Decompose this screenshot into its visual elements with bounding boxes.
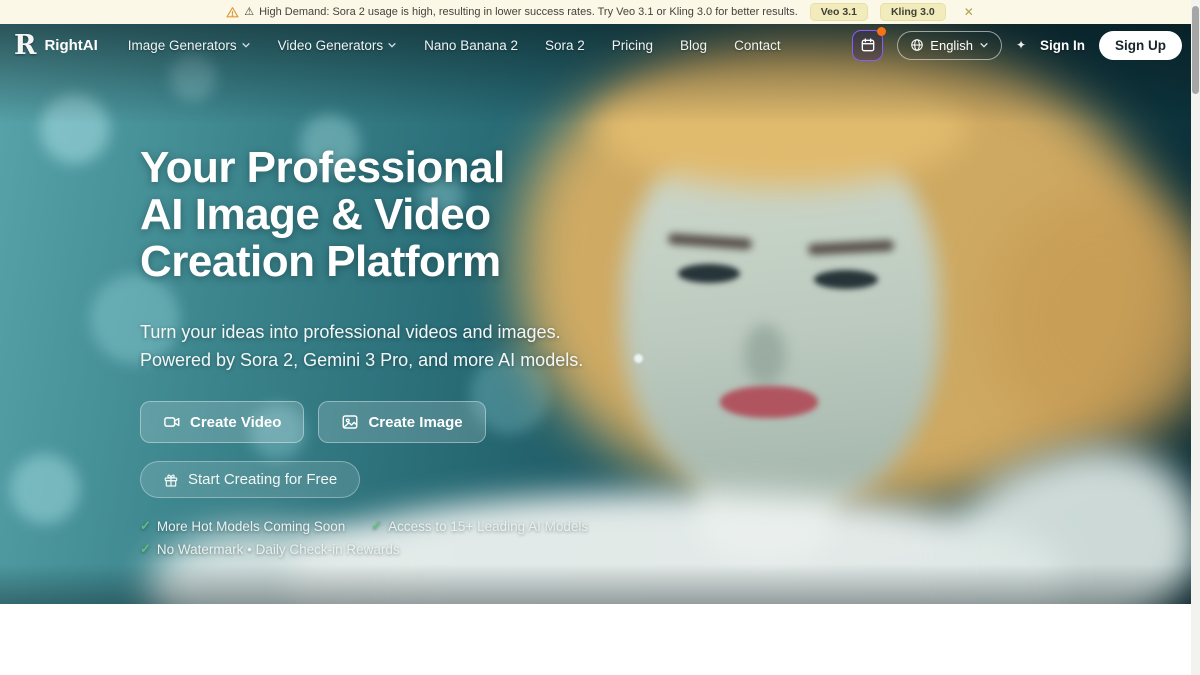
nav-item-nano-banana-2[interactable]: Nano Banana 2 [424, 38, 518, 53]
theme-toggle-icon[interactable]: ✦ [1016, 38, 1026, 52]
page-body-empty [0, 604, 1200, 675]
title-line-1: Your Professional [140, 144, 588, 191]
feature-label: No Watermark • Daily Check-in Rewards [157, 542, 400, 557]
nav-item-pricing[interactable]: Pricing [612, 38, 653, 53]
language-selector[interactable]: English [897, 31, 1002, 60]
feature-leading-models: ✓ Access to 15+ Leading AI Models [371, 518, 588, 534]
title-line-3: Creation Platform [140, 238, 588, 285]
start-free-label: Start Creating for Free [188, 471, 337, 488]
subtitle-line-2: Powered by Sora 2, Gemini 3 Pro, and mor… [140, 347, 588, 375]
feature-list: ✓ More Hot Models Coming Soon ✓ Access t… [140, 518, 588, 557]
notification-dot [877, 27, 886, 36]
nav-item-label: Blog [680, 38, 707, 53]
hero-section: R RightAI Image Generators Video Generat… [0, 24, 1200, 604]
hero-content: Your Professional AI Image & Video Creat… [140, 144, 588, 564]
create-video-button[interactable]: Create Video [140, 401, 304, 443]
nav-item-contact[interactable]: Contact [734, 38, 781, 53]
brand-logo[interactable]: R RightAI [14, 32, 98, 59]
hero-subtitle: Turn your ideas into professional videos… [140, 319, 588, 375]
nav-links: Image Generators Video Generators Nano B… [128, 38, 781, 53]
chevron-down-icon [979, 40, 989, 50]
image-icon [341, 413, 359, 431]
nav-item-sora-2[interactable]: Sora 2 [545, 38, 585, 53]
chevron-down-icon [241, 40, 251, 50]
nav-right-group: English ✦ Sign In Sign Up [852, 30, 1182, 61]
promo-banner: ⚠ High Demand: Sora 2 usage is high, res… [0, 0, 1200, 24]
calendar-button[interactable] [852, 30, 883, 61]
nav-item-label: Image Generators [128, 38, 237, 53]
logo-r-icon: R [14, 32, 36, 59]
nav-item-blog[interactable]: Blog [680, 38, 707, 53]
video-camera-icon [163, 413, 181, 431]
chevron-down-icon [387, 40, 397, 50]
feature-label: More Hot Models Coming Soon [157, 519, 345, 534]
feature-more-models: ✓ More Hot Models Coming Soon [140, 518, 345, 534]
globe-icon [910, 38, 924, 52]
nav-item-label: Video Generators [278, 38, 384, 53]
page-title: Your Professional AI Image & Video Creat… [140, 144, 588, 285]
brand-name: RightAI [44, 37, 97, 54]
scrollbar-track[interactable] [1191, 0, 1200, 675]
title-line-2: AI Image & Video [140, 191, 588, 238]
warning-triangle-icon [226, 6, 239, 19]
cta-row: Create Video Create Image [140, 401, 588, 443]
warning-glyph-icon: ⚠ [244, 7, 254, 18]
veo-banner-button[interactable]: Veo 3.1 [810, 3, 868, 21]
feature-label: Access to 15+ Leading AI Models [388, 519, 588, 534]
nav-item-label: Sora 2 [545, 38, 585, 53]
nav-item-video-generators[interactable]: Video Generators [278, 38, 398, 53]
nav-item-label: Pricing [612, 38, 653, 53]
sign-up-button[interactable]: Sign Up [1099, 31, 1182, 60]
banner-close-icon[interactable]: ✕ [964, 6, 974, 18]
subtitle-line-1: Turn your ideas into professional videos… [140, 319, 588, 347]
check-icon: ✓ [140, 541, 151, 557]
create-video-label: Create Video [190, 414, 281, 431]
banner-message: High Demand: Sora 2 usage is high, resul… [259, 6, 798, 18]
start-free-button[interactable]: Start Creating for Free [140, 461, 360, 498]
kling-banner-button[interactable]: Kling 3.0 [880, 3, 946, 21]
check-icon: ✓ [371, 518, 382, 534]
sign-in-link[interactable]: Sign In [1040, 38, 1085, 53]
create-image-label: Create Image [368, 414, 462, 431]
nav-item-label: Contact [734, 38, 781, 53]
main-navbar: R RightAI Image Generators Video Generat… [0, 24, 1200, 66]
scrollbar-thumb[interactable] [1192, 6, 1199, 94]
create-image-button[interactable]: Create Image [318, 401, 485, 443]
gift-icon [163, 472, 179, 488]
language-label: English [930, 38, 973, 53]
calendar-icon [860, 37, 876, 53]
nav-item-label: Nano Banana 2 [424, 38, 518, 53]
check-icon: ✓ [140, 518, 151, 534]
nav-item-image-generators[interactable]: Image Generators [128, 38, 251, 53]
feature-no-watermark: ✓ No Watermark • Daily Check-in Rewards [140, 541, 400, 557]
